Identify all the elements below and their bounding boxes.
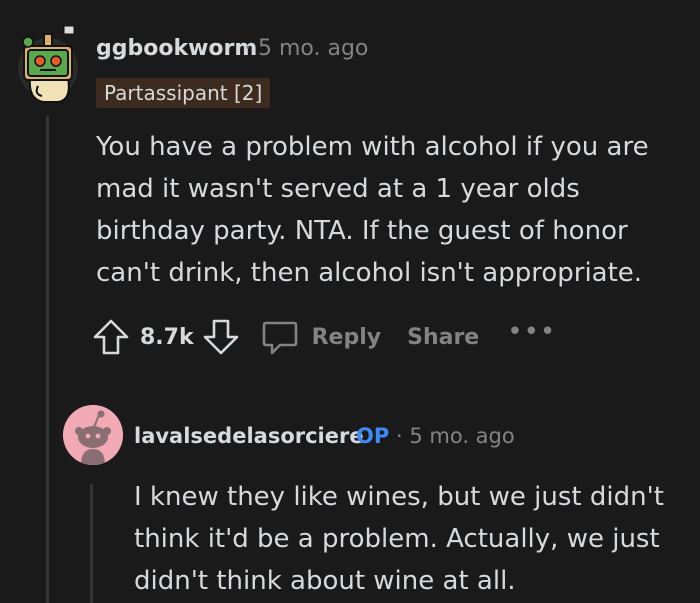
reply-timestamp: · 5 mo. ago <box>396 424 515 448</box>
user-flair: Partassipant [2] <box>96 78 271 108</box>
speech-bubble-icon <box>262 321 297 355</box>
more-dots-icon[interactable]: ••• <box>507 319 556 352</box>
reply-body: I knew they like wines, but we just didn… <box>134 482 664 596</box>
comment-body: You have a problem with alcohol if you a… <box>96 132 657 288</box>
snoo-avatar-icon <box>63 405 123 465</box>
robot-avatar-icon <box>18 25 78 103</box>
comment-author[interactable]: ggbookworm <box>96 36 257 61</box>
downvote-button[interactable] <box>202 317 240 357</box>
op-badge: OP <box>356 424 390 448</box>
reply-button[interactable]: Reply <box>260 317 382 357</box>
reply-label[interactable]: Reply <box>312 325 382 350</box>
arrow-up-icon <box>93 319 129 355</box>
reply-author[interactable]: lavalsedelasorciere <box>134 424 364 448</box>
thread-line[interactable] <box>46 116 49 603</box>
comment-thread: ggbookworm · 5 mo. ago Partassipant [2] … <box>0 0 700 603</box>
reply-thread-line[interactable] <box>90 484 93 603</box>
arrow-down-icon <box>203 319 238 355</box>
vote-score: 8.7k <box>140 324 194 350</box>
comment-timestamp: · 5 mo. ago <box>244 36 369 61</box>
avatar[interactable] <box>14 20 82 104</box>
avatar[interactable] <box>63 405 123 465</box>
upvote-button[interactable] <box>92 317 130 357</box>
comment-actions: 8.7k Reply Share ••• <box>92 314 556 360</box>
share-button[interactable]: Share <box>407 325 479 350</box>
